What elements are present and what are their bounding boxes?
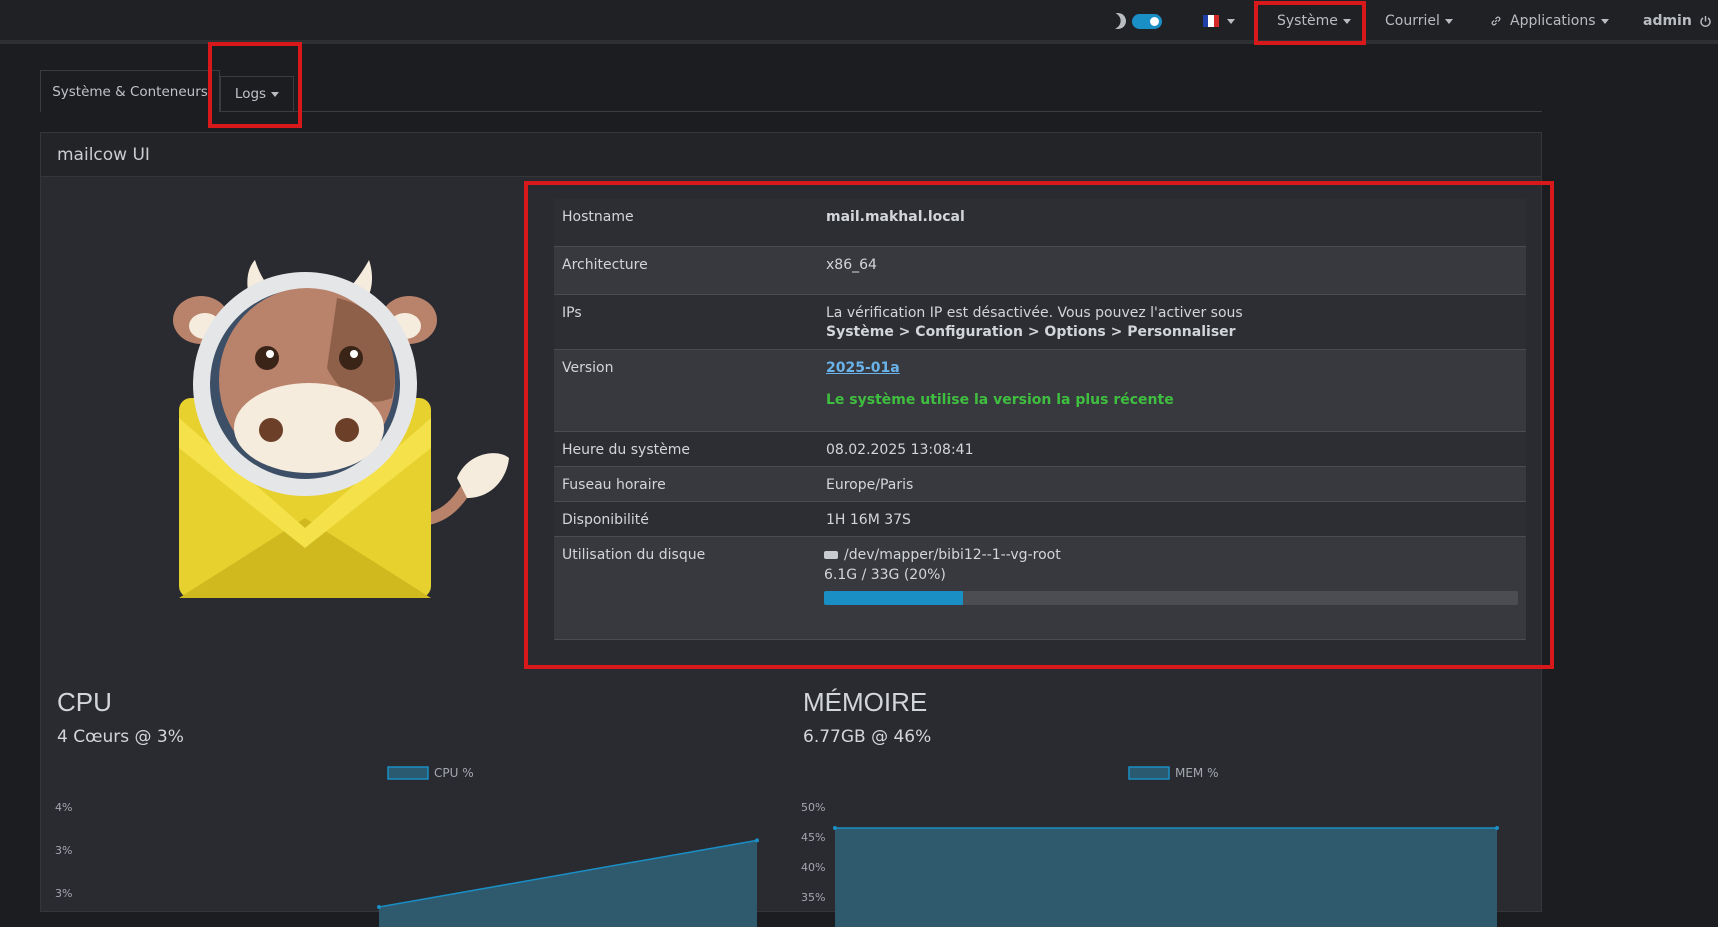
highlight-logs (208, 42, 302, 128)
nav-courriel-label: Courriel (1385, 13, 1440, 29)
language-dropdown[interactable] (1203, 0, 1235, 42)
mem-ytick-label: 50% (801, 801, 825, 814)
mem-point (1495, 826, 1499, 830)
cpu-ytick-label: 3% (55, 844, 72, 857)
france-flag-icon (1203, 15, 1219, 27)
panel-header: mailcow UI (41, 133, 1541, 177)
cpu-subtitle: 4 Cœurs @ 3% (57, 727, 184, 747)
nav-courriel[interactable]: Courriel (1385, 0, 1453, 42)
mem-legend-swatch (1128, 766, 1170, 780)
cpu-legend-swatch (387, 766, 429, 780)
mem-ytick-label: 45% (801, 831, 825, 844)
highlight-info-table (524, 181, 1554, 669)
mem-area (835, 828, 1497, 927)
mem-ytick-label: 35% (801, 891, 825, 904)
nav-user[interactable]: admin (1643, 0, 1712, 42)
mem-ytick-label: 40% (801, 861, 825, 874)
theme-toggle[interactable] (1110, 0, 1162, 42)
moon-icon (1108, 11, 1129, 32)
user-name: admin (1643, 13, 1692, 29)
chevron-down-icon (1227, 18, 1235, 24)
cpu-point (377, 905, 381, 909)
chevron-down-icon (1600, 18, 1609, 24)
mem-title: MÉMOIRE (803, 687, 928, 717)
highlight-systeme (1254, 1, 1366, 45)
mem-legend-label[interactable]: MEM % (1175, 766, 1219, 780)
cpu-ytick-label: 4% (55, 801, 72, 814)
nav-applications[interactable]: Applications (1490, 0, 1609, 42)
cpu-point (755, 838, 759, 843)
top-navbar: Système Courriel Applications admin (0, 0, 1718, 44)
chevron-down-icon (1444, 18, 1453, 24)
power-icon[interactable] (1699, 15, 1712, 28)
toggle-switch[interactable] (1132, 13, 1162, 29)
mem-subtitle: 6.77GB @ 46% (803, 727, 932, 747)
mem-point (833, 826, 837, 830)
nav-applications-label: Applications (1510, 13, 1596, 29)
link-icon (1491, 16, 1501, 26)
cpu-title: CPU (57, 687, 112, 717)
mailcow-logo (173, 260, 509, 598)
cpu-ytick-label: 3% (55, 887, 72, 900)
cpu-legend-label[interactable]: CPU % (434, 766, 474, 780)
tab-label: Système & Conteneurs (52, 83, 208, 100)
cpu-area (379, 840, 757, 927)
tab-systeme-conteneurs[interactable]: Système & Conteneurs (40, 70, 220, 112)
panel-title: mailcow UI (57, 144, 150, 165)
